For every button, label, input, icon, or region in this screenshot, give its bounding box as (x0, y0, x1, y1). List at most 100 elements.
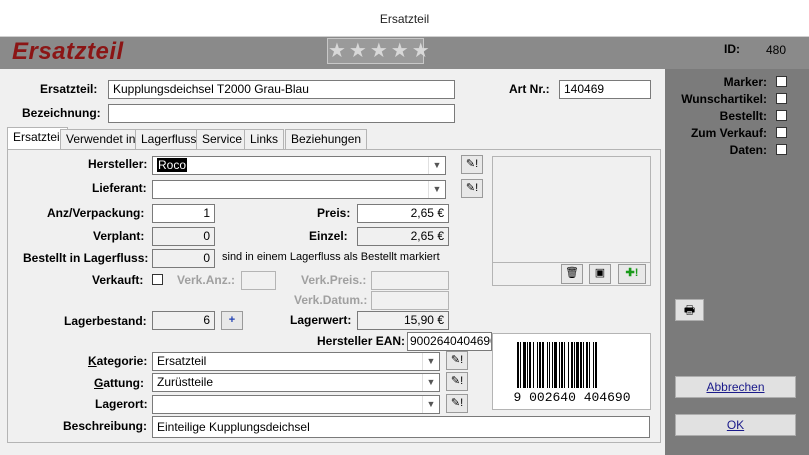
lagerort-edit-button[interactable]: ✎! (446, 394, 468, 413)
barcode-bar (520, 342, 521, 388)
flag-daten-label: Daten: (729, 143, 767, 157)
rating-stars[interactable]: ★★★★★ (327, 38, 430, 64)
flag-wunschartikel-checkbox[interactable] (776, 93, 787, 104)
ersatzteil-input[interactable]: Kupplungsdeichsel T2000 Grau-Blau (108, 80, 455, 99)
trash-icon: 🗑 (565, 267, 579, 279)
tab-verwendet-in[interactable]: Verwendet in (60, 129, 142, 149)
preis-label: Preis: (317, 206, 351, 220)
image-toolbar: 🗑 ▣ ✚! (492, 262, 651, 286)
bestellt-value: 0 (152, 249, 215, 268)
window-titlebar: Ersatzteil (0, 0, 809, 37)
add-plus-icon: ✚! (625, 267, 639, 279)
bezeichnung-input[interactable] (108, 104, 455, 123)
barcode-bar (593, 342, 594, 388)
ean-input[interactable]: 9002640404690 (407, 332, 492, 351)
barcode-bar (561, 342, 563, 388)
edit-pencil-icon: ✎! (465, 182, 479, 194)
verk-anz-input[interactable] (241, 271, 276, 290)
flag-bestellt-checkbox[interactable] (776, 110, 787, 121)
beschreibung-input[interactable]: Einteilige Kupplungsdeichsel (152, 416, 650, 438)
gattung-label: Gattung: (94, 376, 144, 390)
lieferant-edit-button[interactable]: ✎! (461, 179, 483, 198)
add-image-button[interactable]: ▣ (589, 264, 611, 284)
kategorie-select[interactable]: Ersatzteil ▼ (152, 352, 440, 371)
barcode-bar (568, 342, 569, 388)
edit-pencil-icon: ✎! (465, 158, 479, 170)
verk-datum-input[interactable] (371, 291, 449, 310)
barcode-image: 9 002640 404690 (513, 342, 631, 405)
anz-input[interactable]: 1 (152, 204, 215, 223)
flag-verkauf-checkbox[interactable] (776, 127, 787, 138)
barcode-bar (583, 342, 584, 388)
einzel-value: 2,65 € (357, 227, 449, 246)
barcode-bar (537, 342, 538, 388)
barcode-bar (533, 342, 534, 388)
flag-daten-checkbox[interactable] (776, 144, 787, 155)
tab-lagerfluss[interactable]: Lagerfluss (135, 129, 203, 149)
chevron-down-icon[interactable]: ▼ (422, 396, 439, 413)
cancel-button[interactable]: Abbrechen (675, 376, 796, 398)
preis-input[interactable]: 2,65 € (357, 204, 449, 223)
chevron-down-icon[interactable]: ▼ (428, 181, 445, 198)
add-image-icon: ▣ (594, 267, 606, 279)
barcode-bar (586, 342, 588, 388)
barcode-bar (542, 342, 544, 388)
lieferant-select[interactable]: ▼ (152, 180, 446, 199)
hersteller-select[interactable]: Roco ▼ (152, 156, 446, 175)
lagerort-select[interactable]: ▼ (152, 395, 440, 414)
kategorie-label: Kategorie: (88, 354, 148, 368)
artnr-label: Art Nr.: (509, 82, 550, 96)
barcode-bar (529, 342, 531, 388)
barcode-bar (539, 342, 541, 388)
barcode-bar (549, 342, 550, 388)
barcode-bar (571, 342, 573, 388)
tab-links[interactable]: Links (244, 129, 285, 149)
printer-icon: 🖶 (683, 303, 696, 317)
flag-wunschartikel-label: Wunschartikel: (681, 92, 767, 106)
verk-preis-label: Verk.Preis.: (301, 273, 367, 287)
ersatzteil-label: Ersatzteil: (40, 82, 98, 96)
verk-preis-input[interactable] (371, 271, 449, 290)
verkauft-checkbox[interactable] (152, 274, 163, 285)
hersteller-value: Roco (157, 158, 188, 172)
tab-service[interactable]: Service (196, 129, 249, 149)
artnr-input[interactable]: 140469 (559, 80, 651, 99)
add-button[interactable]: ✚! (618, 264, 646, 284)
id-label: ID: (724, 42, 740, 56)
chevron-down-icon[interactable]: ▼ (422, 353, 439, 370)
flag-marker-checkbox[interactable] (776, 76, 787, 87)
kategorie-edit-button[interactable]: ✎! (446, 351, 468, 370)
gattung-select[interactable]: Zurüstteile ▼ (152, 373, 440, 392)
anz-label: Anz/Verpackung: (47, 206, 145, 220)
verplant-value: 0 (152, 227, 215, 246)
barcode-text: 9 002640 404690 (513, 390, 630, 405)
verk-anz-label: Verk.Anz.: (177, 273, 236, 287)
barcode-box: 9 002640 404690 (492, 333, 651, 410)
gattung-edit-button[interactable]: ✎! (446, 372, 468, 391)
barcode-bar (564, 342, 565, 388)
lagerwert-label: Lagerwert: (290, 313, 352, 327)
chevron-down-icon[interactable]: ▼ (428, 157, 445, 174)
tab-beziehungen[interactable]: Beziehungen (285, 129, 368, 149)
print-button[interactable]: 🖶 (675, 299, 704, 321)
plus-icon: + (228, 314, 236, 326)
delete-image-button[interactable]: 🗑 (561, 264, 583, 284)
gattung-value: Zurüstteile (157, 375, 214, 389)
chevron-down-icon[interactable]: ▼ (422, 374, 439, 391)
lagerort-label: Lagerort: (95, 397, 148, 411)
ok-button[interactable]: OK (675, 414, 796, 436)
barcode-bar (589, 342, 590, 388)
barcode-bar (595, 342, 597, 388)
form-title: Ersatzteil (12, 38, 124, 65)
lagerbestand-value: 6 (152, 311, 215, 330)
hersteller-edit-button[interactable]: ✎! (461, 155, 483, 174)
kategorie-value: Ersatzteil (157, 354, 207, 368)
ok-button-label: OK (726, 418, 745, 432)
flag-marker-label: Marker: (723, 75, 767, 89)
hersteller-label: Hersteller: (88, 157, 148, 171)
edit-pencil-icon: ✎! (450, 354, 464, 366)
lieferant-label: Lieferant: (92, 181, 147, 195)
window-title: Ersatzteil (379, 12, 430, 26)
lagerbestand-add-button[interactable]: + (221, 311, 243, 330)
bestellt-label: Bestellt in Lagerfluss: (23, 251, 149, 265)
